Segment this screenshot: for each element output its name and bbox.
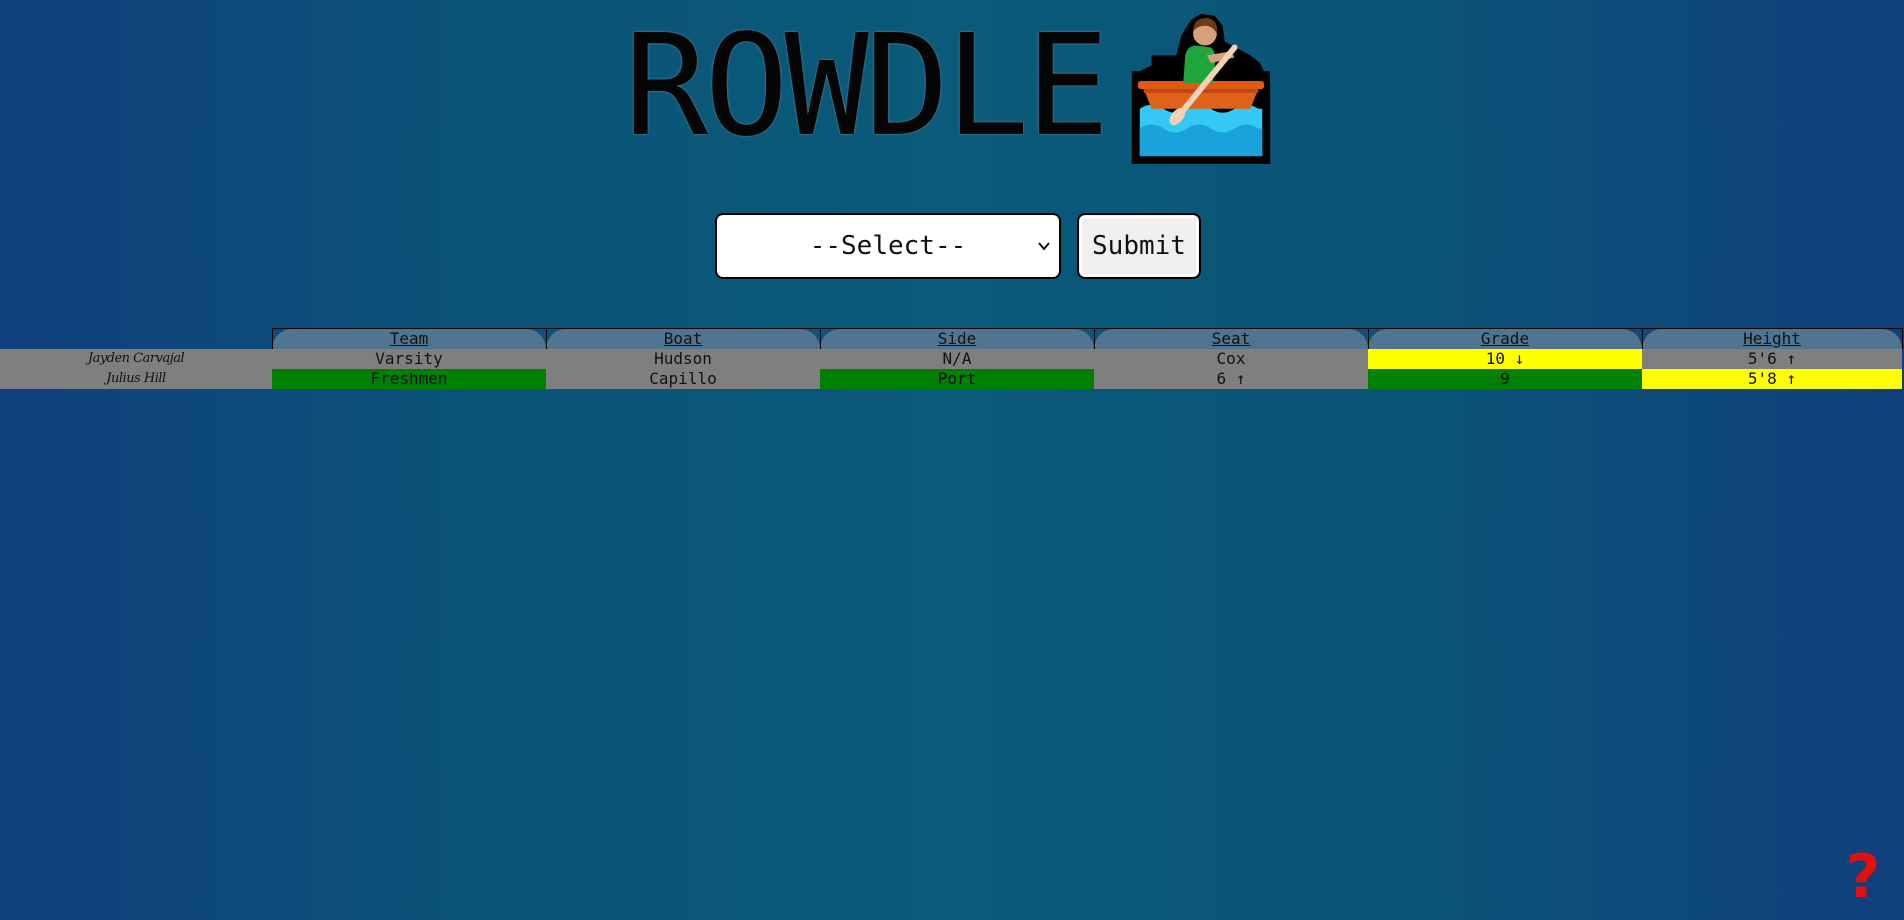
guess-cell-height: 5'6 ↑	[1642, 349, 1902, 369]
guess-cell-team: Varsity	[272, 349, 546, 369]
guess-cell-boat: Capillo	[546, 369, 820, 389]
column-header-height[interactable]: Height	[1641, 328, 1903, 349]
column-header-side[interactable]: Side	[819, 328, 1095, 349]
player-select-value: --Select--	[809, 231, 967, 261]
guess-player-name: Julius Hill	[0, 369, 272, 389]
guess-controls: --Select-- Submit	[715, 213, 1201, 279]
column-header-boat[interactable]: Boat	[545, 328, 821, 349]
guess-cell-seat: Cox	[1094, 349, 1368, 369]
header: ROWDLE	[0, 0, 1904, 170]
guess-table: Team Boat Side Seat Grade Height Jayden …	[0, 328, 1903, 389]
guess-cell-side: N/A	[820, 349, 1094, 369]
page-title: ROWDLE	[624, 5, 1110, 168]
guess-cell-grade: 10 ↓	[1368, 349, 1642, 369]
guess-row: Jayden Carvajal Varsity Hudson N/A Cox 1…	[0, 349, 1902, 369]
player-select[interactable]: --Select--	[715, 213, 1061, 279]
question-mark-icon[interactable]: ?	[1842, 846, 1884, 908]
guess-cell-side: Port	[820, 369, 1094, 389]
guess-row: Julius Hill Freshmen Capillo Port 6 ↑ 9 …	[0, 369, 1902, 389]
column-header-grade[interactable]: Grade	[1367, 328, 1643, 349]
header-blank	[0, 329, 272, 350]
table-header-row: Team Boat Side Seat Grade Height	[0, 328, 1903, 350]
guess-cell-boat: Hudson	[546, 349, 820, 369]
guess-cell-grade: 9	[1368, 369, 1642, 389]
column-header-team[interactable]: Team	[271, 328, 547, 349]
guess-player-name: Jayden Carvajal	[0, 349, 272, 369]
chevron-down-icon	[1038, 242, 1050, 251]
guess-cell-team: Freshmen	[272, 369, 546, 389]
guess-cell-height: 5'8 ↑	[1642, 369, 1902, 389]
column-header-seat[interactable]: Seat	[1093, 328, 1369, 349]
submit-button[interactable]: Submit	[1077, 213, 1201, 279]
guess-cell-seat: 6 ↑	[1094, 369, 1368, 389]
person-rowing-boat-icon	[1131, 13, 1271, 164]
